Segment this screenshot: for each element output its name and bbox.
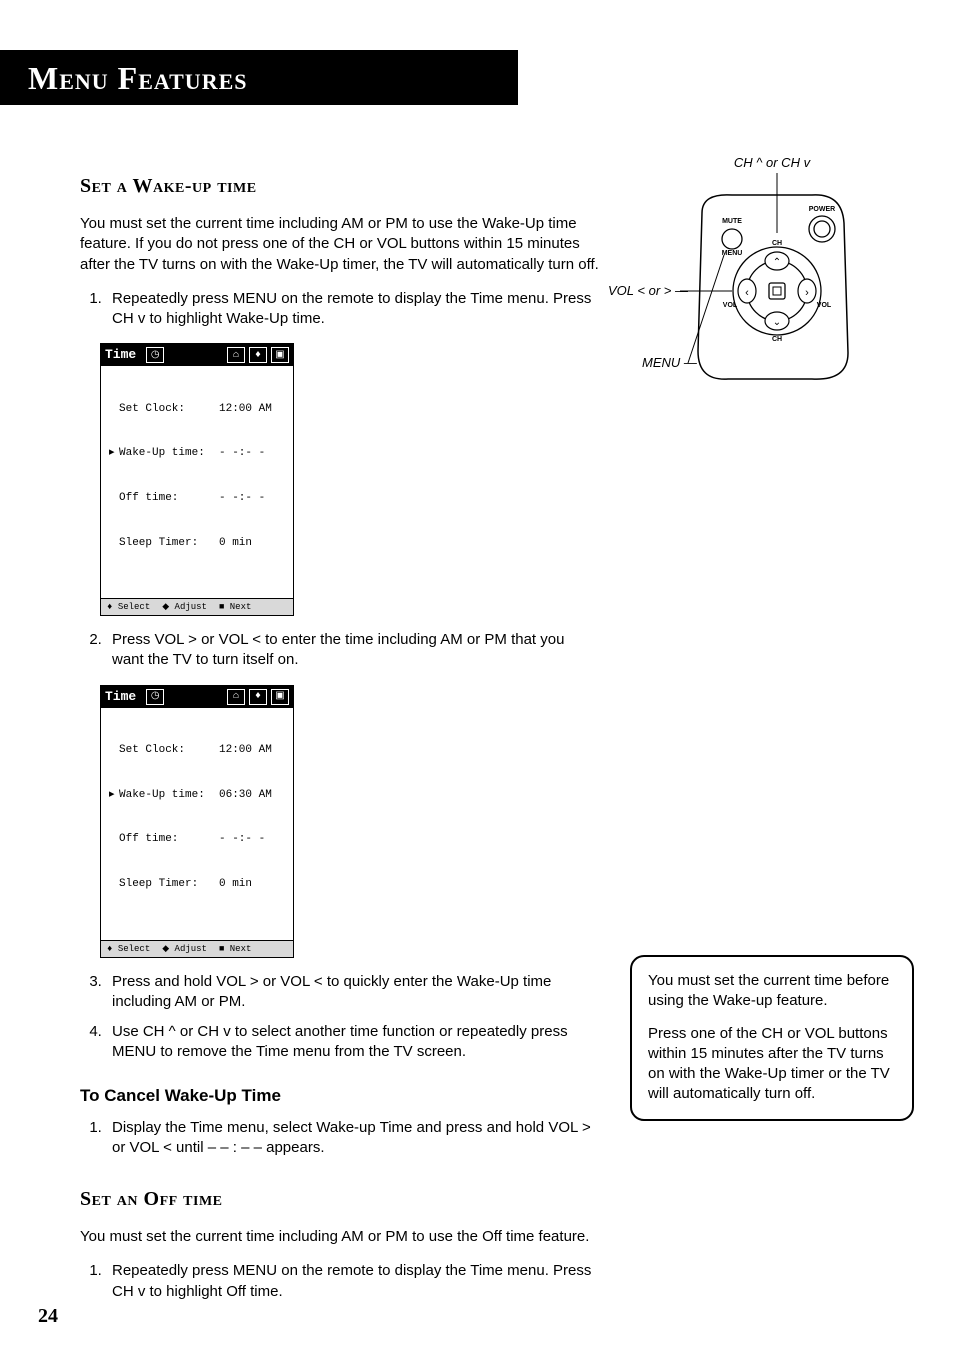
- menu-footer: ♦ Select ◆ Adjust ■ Next: [101, 598, 293, 615]
- menu-title: Time: [105, 688, 136, 706]
- heading-offtime: Set an Off time: [80, 1186, 600, 1213]
- setup-icon: ♦: [249, 347, 267, 363]
- power-label: POWER: [809, 206, 835, 213]
- intro-offtime: You must set the current time including …: [80, 1227, 600, 1247]
- step-3: Press and hold VOL > or VOL < to quickly…: [106, 972, 600, 1013]
- svg-text:‹: ‹: [745, 287, 749, 299]
- step-2: Press VOL > or VOL < to enter the time i…: [106, 630, 600, 671]
- clock-icon: ◷: [146, 347, 164, 363]
- pip-icon: ▣: [271, 347, 289, 363]
- svg-text:MENU: MENU: [722, 250, 743, 257]
- menu-header: Time ◷ ⌂ ♦ ▣: [101, 344, 293, 366]
- menu-title: Time: [105, 346, 136, 364]
- svg-text:CH: CH: [772, 336, 782, 343]
- note-p2: Press one of the CH or VOL buttons withi…: [648, 1024, 896, 1105]
- svg-text:⌄: ⌄: [773, 317, 781, 328]
- step-4: Use CH ^ or CH v to select another time …: [106, 1022, 600, 1063]
- svg-text:CH: CH: [772, 240, 782, 247]
- intro-wakeup: You must set the current time including …: [80, 214, 600, 275]
- cancel-step-1: Display the Time menu, select Wake-up Ti…: [106, 1118, 600, 1159]
- heading-wakeup: Set a Wake-up time: [80, 173, 600, 200]
- remote-ch-label: CH ^ or CH v: [734, 155, 810, 170]
- tv-icon: ⌂: [227, 347, 245, 363]
- remote-diagram: CH ^ or CH v VOL < or > — MENU — ⌃: [672, 155, 872, 395]
- mute-label: MUTE: [722, 218, 742, 225]
- clock-icon: ◷: [146, 689, 164, 705]
- tv-icon: ⌂: [227, 689, 245, 705]
- heading-cancel: To Cancel Wake-Up Time: [80, 1085, 600, 1108]
- note-box: You must set the current time before usi…: [630, 955, 914, 1121]
- svg-text:VOL: VOL: [817, 302, 832, 309]
- svg-text:⌃: ⌃: [773, 257, 781, 268]
- note-p1: You must set the current time before usi…: [648, 971, 896, 1012]
- time-menu-figure-1: Time ◷ ⌂ ♦ ▣ Set Clock:12:00 AM ▸Wake-Up…: [100, 343, 294, 616]
- svg-text:›: ›: [805, 287, 809, 299]
- main-column: Set a Wake-up time You must set the curr…: [40, 145, 600, 1316]
- pip-icon: ▣: [271, 689, 289, 705]
- off-step-1: Repeatedly press MENU on the remote to d…: [106, 1261, 600, 1302]
- menu-body: Set Clock:12:00 AM ▸Wake-Up time:- -:- -…: [101, 366, 293, 598]
- step-1: Repeatedly press MENU on the remote to d…: [106, 289, 600, 330]
- svg-text:VOL: VOL: [723, 302, 738, 309]
- menu-footer: ♦ Select ◆ Adjust ■ Next: [101, 940, 293, 957]
- menu-header: Time ◷ ⌂ ♦ ▣: [101, 686, 293, 708]
- side-column: CH ^ or CH v VOL < or > — MENU — ⌃: [630, 145, 914, 1316]
- page-number: 24: [38, 1305, 58, 1328]
- menu-body: Set Clock:12:00 AM ▸Wake-Up time:06:30 A…: [101, 708, 293, 940]
- page-banner: Menu Features: [0, 50, 518, 105]
- setup-icon: ♦: [249, 689, 267, 705]
- time-menu-figure-2: Time ◷ ⌂ ♦ ▣ Set Clock:12:00 AM ▸Wake-Up…: [100, 685, 294, 958]
